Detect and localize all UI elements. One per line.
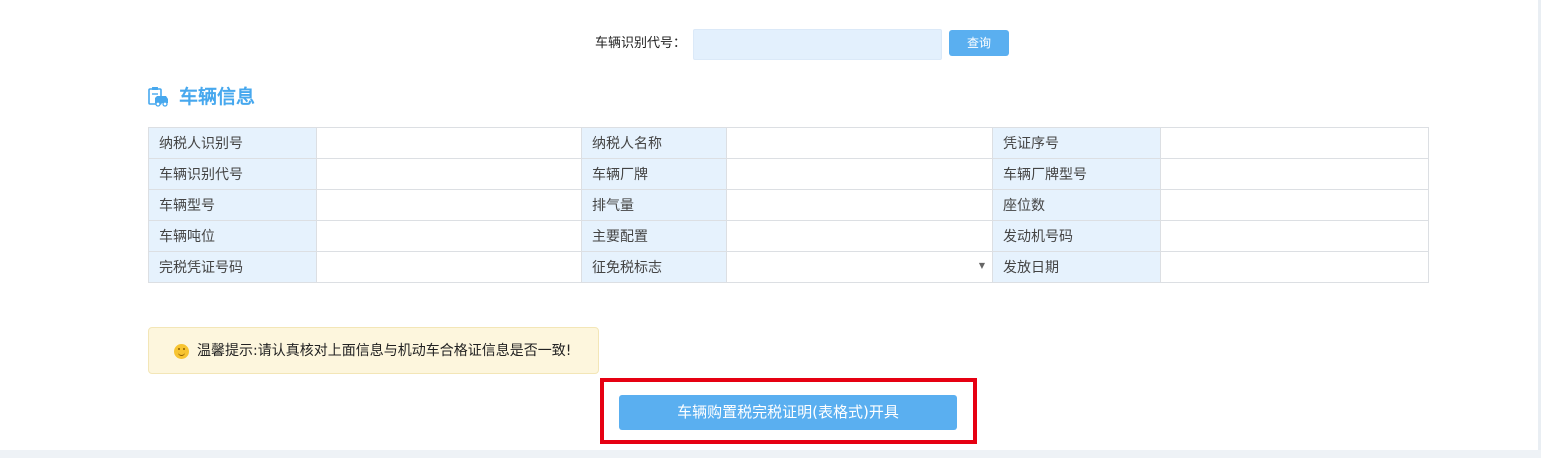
vin-query-input[interactable] (693, 29, 942, 60)
vehicle-doc-icon (148, 87, 168, 107)
field-value (726, 220, 993, 252)
tip-box: 温馨提示:请认真核对上面信息与机动车合格证信息是否一致! (148, 327, 599, 374)
field-label: 完税凭证号码 (148, 251, 317, 283)
smile-icon (174, 344, 189, 359)
field-select[interactable] (726, 251, 993, 283)
field-value (726, 127, 993, 159)
field-label: 纳税人名称 (581, 127, 727, 159)
field-value (316, 127, 582, 159)
table-row: 纳税人识别号 纳税人名称 凭证序号 (148, 127, 1429, 159)
field-label: 车辆吨位 (148, 220, 317, 252)
footer-strip (0, 450, 1541, 458)
field-label: 凭证序号 (992, 127, 1161, 159)
page: 车辆识别代号： 查询 车辆信息 纳税人识别号 纳税人名称 凭证序号车辆识别代号 车辆厂… (0, 0, 1541, 458)
field-value (726, 158, 993, 190)
field-value (316, 220, 582, 252)
vin-query-label: 车辆识别代号： (595, 36, 687, 51)
field-label: 发动机号码 (992, 220, 1161, 252)
field-label: 纳税人识别号 (148, 127, 317, 159)
field-value (1160, 220, 1429, 252)
table-row: 完税凭证号码 征免税标志 发放日期 (148, 251, 1429, 283)
vehicle-info-table: 纳税人识别号 纳税人名称 凭证序号车辆识别代号 车辆厂牌 车辆厂牌型号车辆型号 排气量 座位… (148, 127, 1429, 283)
field-label: 征免税标志 (581, 251, 727, 283)
field-value (1160, 127, 1429, 159)
field-value (316, 251, 582, 283)
field-value (1160, 158, 1429, 190)
field-label: 车辆厂牌型号 (992, 158, 1161, 190)
field-value (316, 158, 582, 190)
field-label: 发放日期 (992, 251, 1161, 283)
section-title: 车辆信息 (179, 86, 256, 108)
field-label: 排气量 (581, 189, 727, 221)
field-label: 座位数 (992, 189, 1161, 221)
query-button[interactable]: 查询 (949, 30, 1009, 56)
field-value (1160, 189, 1429, 221)
field-label: 车辆识别代号 (148, 158, 317, 190)
field-label: 主要配置 (581, 220, 727, 252)
field-value (1160, 251, 1429, 283)
tip-text: 温馨提示:请认真核对上面信息与机动车合格证信息是否一致! (197, 343, 572, 359)
table-row: 车辆识别代号 车辆厂牌 车辆厂牌型号 (148, 158, 1429, 190)
table-row: 车辆型号 排气量 座位数 (148, 189, 1429, 221)
field-value (316, 189, 582, 221)
field-value (726, 189, 993, 221)
issue-certificate-button[interactable]: 车辆购置税完税证明(表格式)开具 (619, 395, 957, 430)
table-row: 车辆吨位 主要配置 发动机号码 (148, 220, 1429, 252)
field-label: 车辆厂牌 (581, 158, 727, 190)
field-label: 车辆型号 (148, 189, 317, 221)
